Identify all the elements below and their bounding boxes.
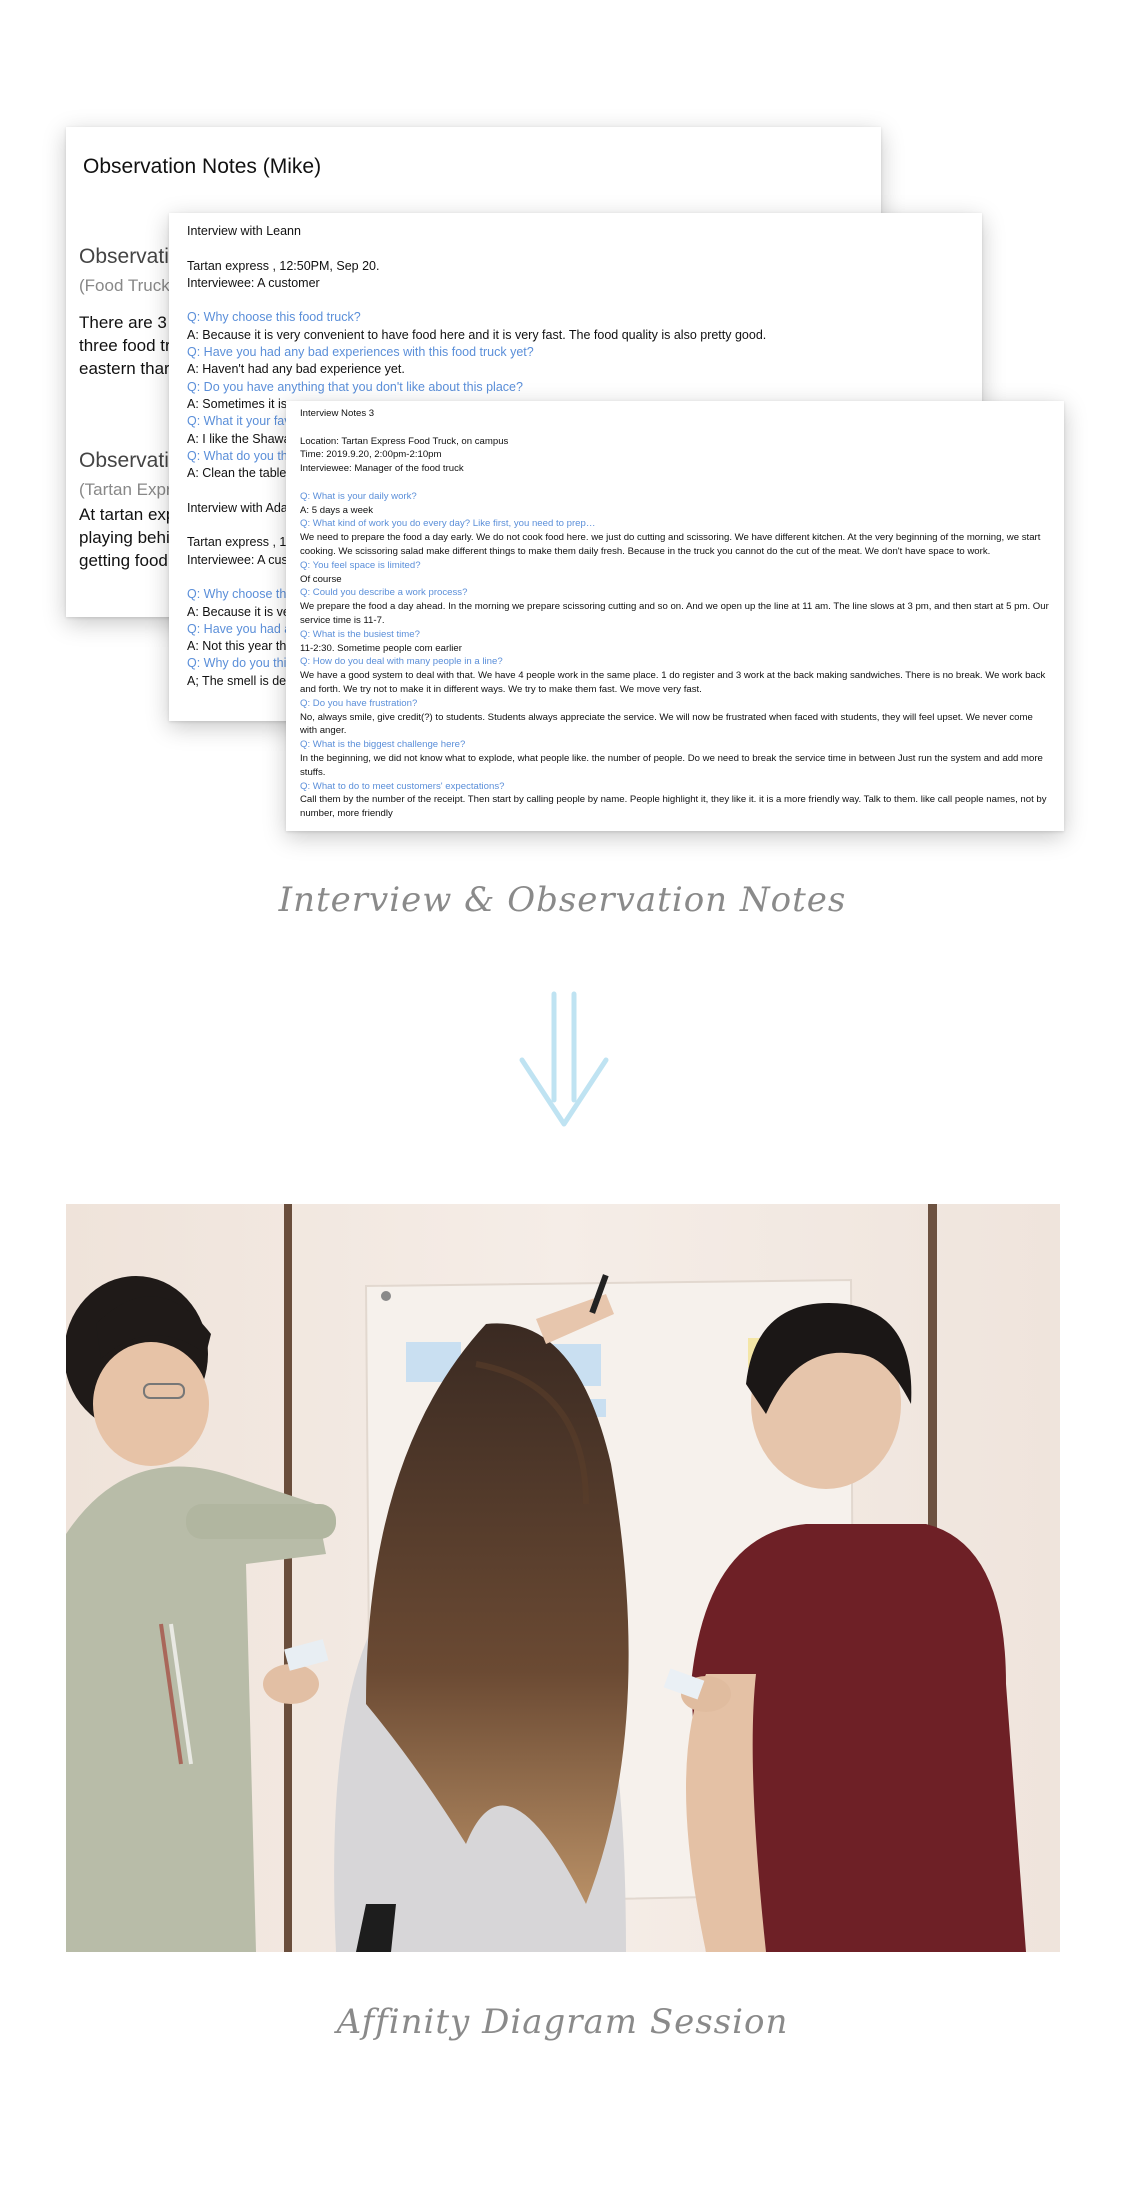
section-heading: Observati [79, 245, 169, 268]
answer-line: We have a good system to deal with that.… [300, 670, 1046, 695]
answer-line: Interviewee: A customer [187, 275, 320, 290]
double-down-arrow-icon [519, 991, 609, 1127]
pin-icon [381, 1291, 391, 1301]
note-line: eastern thar [79, 359, 170, 378]
interview-notes-3-body: Interview Notes 3 Location: Tartan Expres… [300, 407, 1050, 821]
note-line: At tartan exp [79, 505, 176, 524]
card-title: Observation Notes (Mike) [83, 155, 322, 178]
answer-line: We prepare the food a day ahead. In the … [300, 601, 1049, 626]
answer-line: Call them by the number of the receipt. … [300, 794, 1047, 820]
observation-section-1: Observati (Food Truck There are 3 three … [79, 245, 171, 380]
affinity-session-illustration [66, 1204, 1060, 1952]
question-line: Q: How do you deal with many people in a… [300, 656, 503, 668]
affinity-diagram-photo [66, 1204, 1060, 1952]
question-line: Q: What to do to meet customers' expecta… [300, 780, 505, 792]
answer-line: Interview Notes 3 [300, 408, 375, 419]
question-line: Q: Why choose this food truck? [187, 310, 361, 325]
answer-line: Time: 2019.9.20, 2:00pm-2:10pm [300, 449, 442, 461]
answer-line: Location: Tartan Express Food Truck, on … [300, 435, 509, 447]
answer-line: We need to prepare the food a day early.… [300, 532, 1041, 557]
question-line: Q: What kind of work you do every day? L… [300, 518, 596, 530]
question-line: Q: What is the biggest challenge here? [300, 739, 466, 751]
note-line: three food tr [79, 336, 171, 355]
note-line: playing behi [79, 528, 170, 547]
note-line: There are 3 [79, 313, 167, 332]
answer-line: Tartan express , 12:50PM, Sep 20. [187, 258, 380, 273]
answer-line: No, always smile, give credit(?) to stud… [300, 711, 1033, 737]
answer-line: A: Haven't had any bad experience yet. [187, 362, 405, 377]
question-line: Q: What is the busiest time? [300, 628, 420, 640]
question-line: Q: Do you have frustration? [300, 697, 418, 709]
answer-line: Interviewee: Manager of the food truck [300, 463, 464, 475]
question-line: Q: You feel space is limited? [300, 559, 421, 571]
question-line: Q: What is your daily work? [300, 490, 417, 502]
answer-line: A: Because it is very convenient to have… [187, 327, 767, 342]
question-line: Q: Could you describe a work process? [300, 587, 468, 599]
answer-line: In the beginning, we did not know what t… [300, 752, 1043, 778]
answer-line: Of course [300, 573, 342, 585]
question-line: Q: Have you had any bad experiences with… [187, 345, 534, 360]
note-line: getting food. [79, 551, 173, 570]
observation-section-2: Observati (Tartan Expr At tartan exp pla… [79, 449, 175, 572]
section-heading: Observati [79, 449, 169, 472]
answer-line: Interview with Leann [187, 224, 301, 238]
notes-caption: Interview & Observation Notes [278, 880, 847, 920]
answer-line: A: 5 days a week [300, 504, 374, 516]
section-subheading: (Tartan Expr [79, 480, 172, 499]
answer-line: 11-2:30. Sometime people com earlier [300, 642, 462, 654]
section-subheading: (Food Truck [79, 276, 170, 295]
question-line: Q: Do you have anything that you don't l… [187, 379, 523, 394]
session-caption: Affinity Diagram Session [336, 2002, 789, 2042]
interview-notes-3-card: Interview Notes 3 Location: Tartan Expres… [286, 401, 1064, 831]
